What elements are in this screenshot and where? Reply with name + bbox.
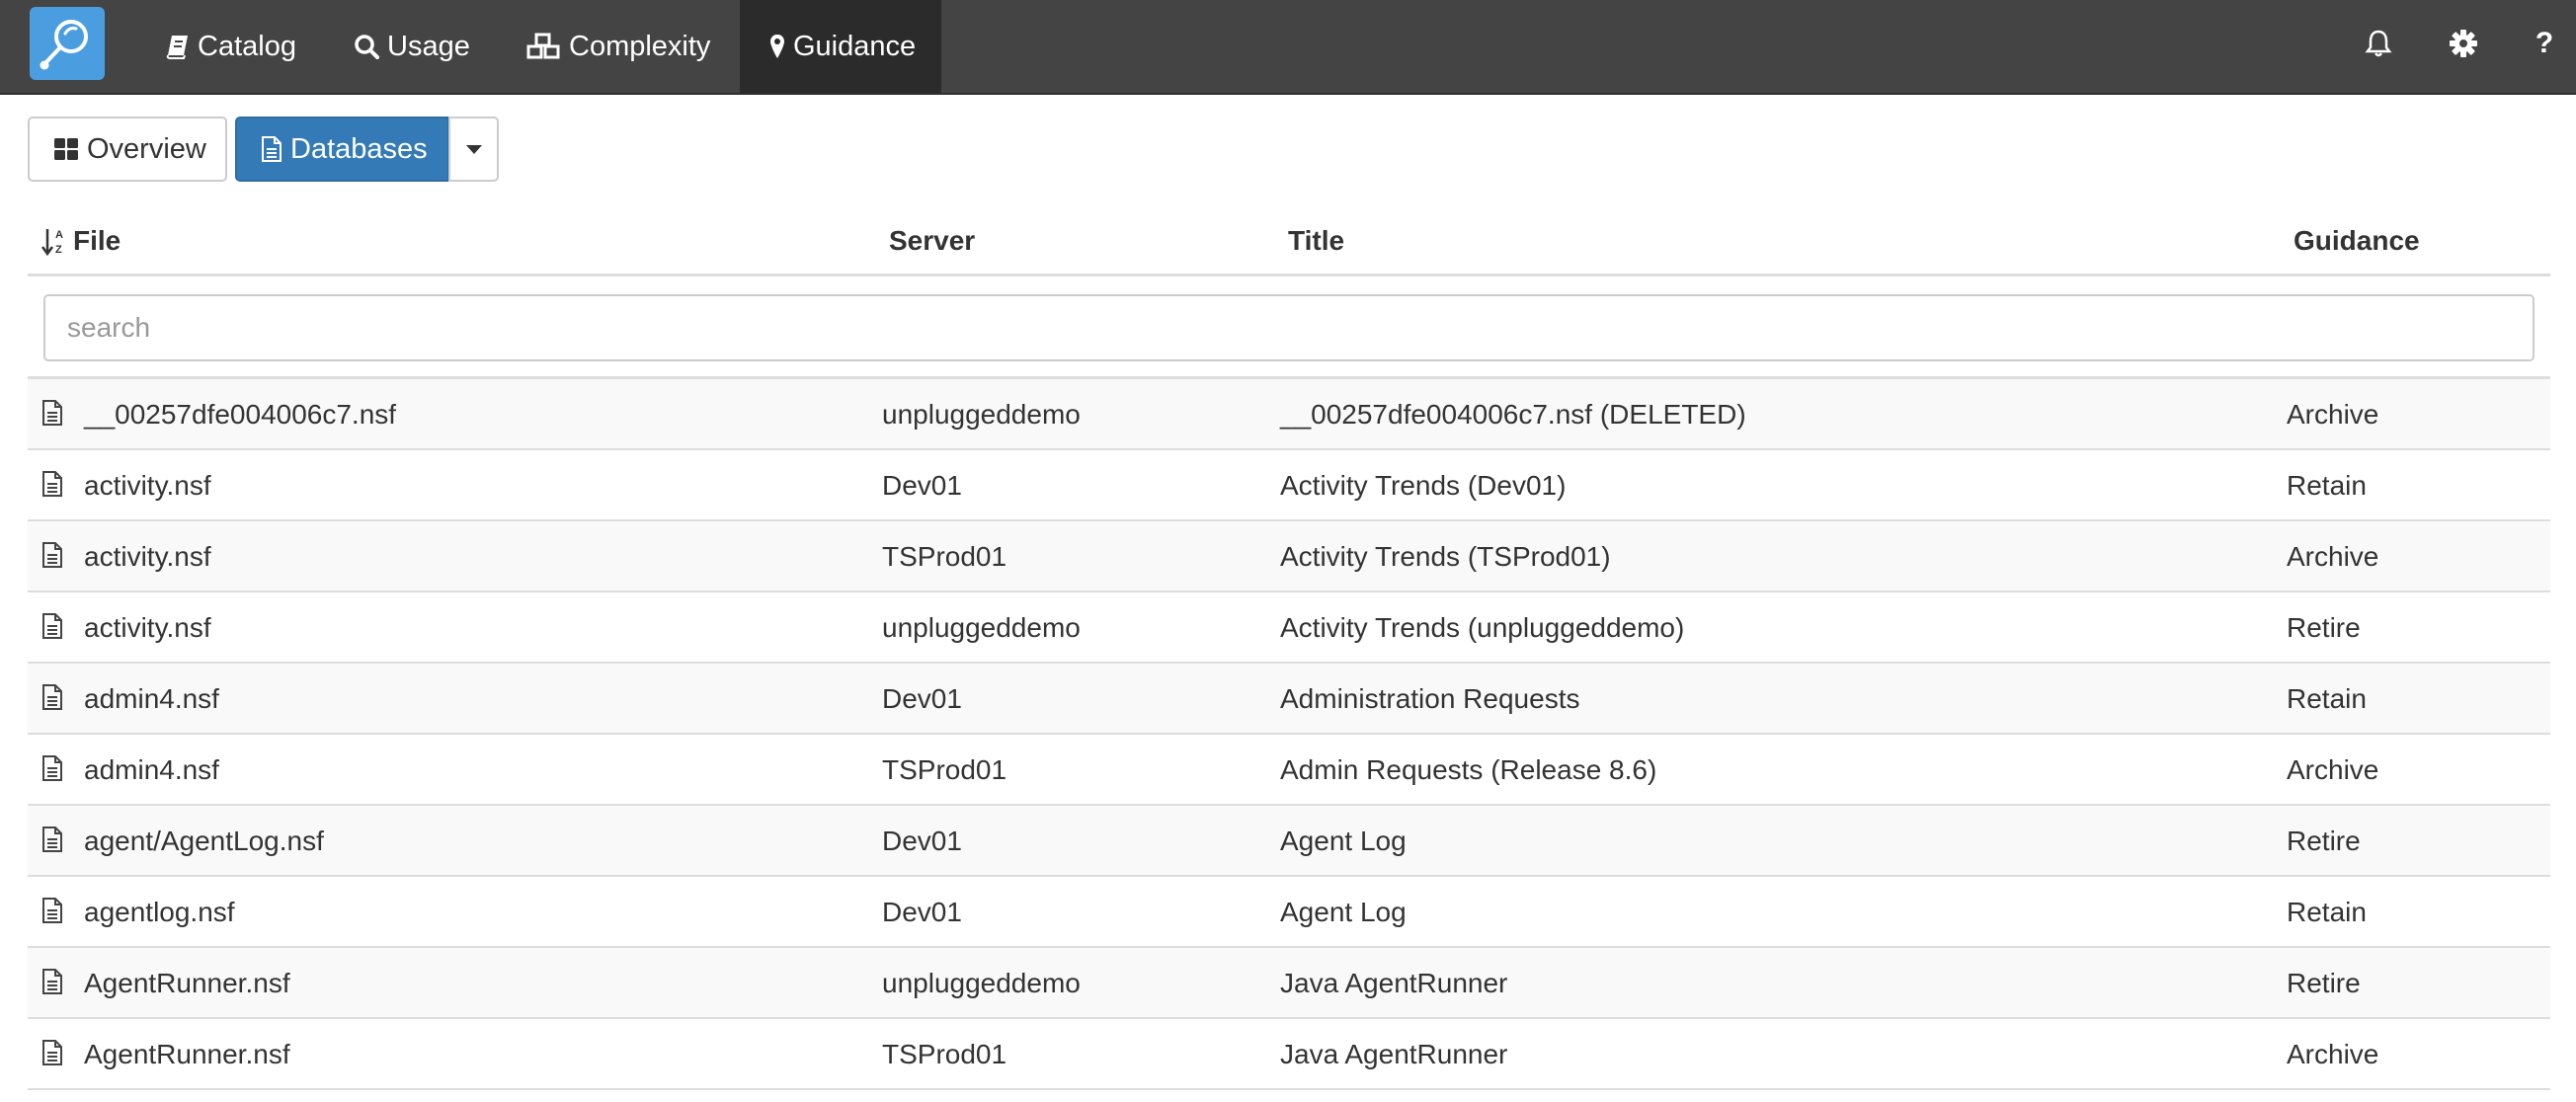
- svg-text:A: A: [55, 229, 63, 241]
- nav-item-complexity[interactable]: Complexity: [496, 0, 740, 93]
- search-row: [28, 276, 2550, 379]
- nav-item-label: Complexity: [569, 30, 711, 62]
- file-text-icon: [41, 399, 63, 433]
- table-row[interactable]: activity.nsf unpluggeddemo Activity Trends…: [28, 592, 2550, 664]
- row-file-cell: agentlog.nsf: [84, 897, 235, 927]
- row-file-cell: admin4.nsf: [84, 754, 219, 785]
- map-marker-icon: [769, 34, 785, 59]
- row-title-cell: Activity Trends (Dev01): [1280, 470, 1567, 501]
- row-guidance-cell: Archive: [2287, 754, 2379, 785]
- row-server-cell: unpluggeddemo: [882, 968, 1081, 998]
- top-navbar: Catalog Usage Complexity Guidance ?: [0, 0, 2576, 95]
- row-server-cell: unpluggeddemo: [882, 612, 1081, 643]
- column-header-server[interactable]: Server: [889, 225, 975, 257]
- row-guidance-cell: Retain: [2287, 470, 2367, 501]
- svg-text:Z: Z: [55, 244, 62, 256]
- row-file-cell: activity.nsf: [84, 612, 211, 643]
- view-dropdown-toggle[interactable]: [448, 117, 499, 182]
- databases-button[interactable]: Databases: [235, 117, 449, 182]
- row-server-cell: Dev01: [882, 470, 962, 501]
- overview-button[interactable]: Overview: [28, 117, 227, 182]
- row-server-cell: unpluggeddemo: [882, 399, 1081, 430]
- table-body: __00257dfe004006c7.nsf unpluggeddemo __002…: [28, 379, 2550, 1090]
- search-icon: [354, 34, 379, 59]
- row-guidance-cell: Retire: [2287, 968, 2361, 998]
- row-server-cell: TSProd01: [882, 754, 1007, 785]
- column-header-file[interactable]: A Z File: [41, 225, 121, 257]
- row-guidance-cell: Retain: [2287, 897, 2367, 927]
- row-file-cell: __00257dfe004006c7.nsf: [84, 399, 397, 430]
- column-header-guidance[interactable]: Guidance: [2294, 225, 2420, 257]
- column-header-title[interactable]: Title: [1288, 225, 1344, 257]
- row-server-cell: TSProd01: [882, 541, 1007, 572]
- row-server-cell: Dev01: [882, 826, 962, 856]
- row-file-cell: AgentRunner.nsf: [84, 1039, 290, 1069]
- row-title-cell: Agent Log: [1280, 826, 1407, 856]
- table-row[interactable]: AgentRunner.nsf unpluggeddemo Java AgentRu…: [28, 948, 2550, 1019]
- file-text-icon: [41, 683, 63, 718]
- magnifier-logo-icon[interactable]: [30, 7, 105, 80]
- file-text-icon: [41, 612, 63, 647]
- row-guidance-cell: Archive: [2287, 541, 2379, 572]
- file-text-icon: [41, 826, 63, 860]
- row-file-cell: agent/AgentLog.nsf: [84, 826, 324, 856]
- row-server-cell: Dev01: [882, 897, 962, 927]
- book-icon: [166, 34, 190, 59]
- help-icon[interactable]: ?: [2523, 22, 2566, 65]
- table-row[interactable]: activity.nsf Dev01 Activity Trends (Dev01)…: [28, 450, 2550, 521]
- row-guidance-cell: Archive: [2287, 1039, 2379, 1069]
- table-header: A Z File Server Title Guidance: [28, 207, 2550, 276]
- file-text-icon: [261, 135, 282, 163]
- table-row[interactable]: admin4.nsf TSProd01 Admin Requests (Releas…: [28, 735, 2550, 806]
- file-text-icon: [41, 897, 63, 931]
- row-title-cell: Activity Trends (TSProd01): [1280, 541, 1611, 572]
- row-title-cell: Administration Requests: [1280, 683, 1580, 714]
- row-title-cell: Agent Log: [1280, 897, 1407, 927]
- row-file-cell: activity.nsf: [84, 541, 211, 572]
- table-row[interactable]: __00257dfe004006c7.nsf unpluggeddemo __002…: [28, 379, 2550, 450]
- search-input[interactable]: [43, 294, 2535, 361]
- nav-item-usage[interactable]: Usage: [324, 0, 500, 93]
- caret-down-icon: [465, 144, 482, 154]
- row-guidance-cell: Archive: [2287, 399, 2379, 430]
- row-file-cell: AgentRunner.nsf: [84, 968, 290, 998]
- row-guidance-cell: Retire: [2287, 612, 2361, 643]
- row-title-cell: Activity Trends (unpluggeddemo): [1280, 612, 1685, 643]
- table-row[interactable]: AgentRunner.nsf TSProd01 Java AgentRunner A…: [28, 1019, 2550, 1090]
- row-file-cell: activity.nsf: [84, 470, 211, 501]
- table-row[interactable]: agentlog.nsf Dev01 Agent Log Retain: [28, 877, 2550, 948]
- file-text-icon: [41, 1039, 63, 1073]
- file-text-icon: [41, 470, 63, 505]
- file-text-icon: [41, 541, 63, 576]
- nav-item-label: Catalog: [198, 30, 296, 62]
- column-header-label: File: [73, 225, 121, 256]
- overview-button-label: Overview: [87, 132, 206, 165]
- databases-table: A Z File Server Title Guidance __00257df…: [28, 207, 2550, 1090]
- row-server-cell: TSProd01: [882, 1039, 1007, 1069]
- row-title-cell: Admin Requests (Release 8.6): [1280, 754, 1657, 785]
- row-title-cell: Java AgentRunner: [1280, 1039, 1508, 1069]
- nav-item-label: Usage: [387, 30, 470, 62]
- gear-icon[interactable]: [2442, 22, 2485, 65]
- nav-item-catalog[interactable]: Catalog: [136, 0, 326, 93]
- cubes-icon: [525, 33, 561, 60]
- file-text-icon: [41, 754, 63, 789]
- nav-item-label: Guidance: [793, 30, 917, 62]
- row-guidance-cell: Retire: [2287, 826, 2361, 856]
- sort-alpha-asc-icon: A Z: [41, 226, 67, 256]
- nav-item-guidance[interactable]: Guidance: [740, 0, 941, 93]
- table-row[interactable]: agent/AgentLog.nsf Dev01 Agent Log Retire: [28, 806, 2550, 877]
- row-title-cell: Java AgentRunner: [1280, 968, 1508, 998]
- row-server-cell: Dev01: [882, 683, 962, 714]
- bell-icon[interactable]: [2357, 22, 2400, 65]
- databases-button-label: Databases: [290, 132, 428, 165]
- dashboard-icon: [53, 137, 79, 161]
- row-title-cell: __00257dfe004006c7.nsf (DELETED): [1280, 399, 1746, 430]
- table-row[interactable]: admin4.nsf Dev01 Administration Requests Re…: [28, 664, 2550, 735]
- row-file-cell: admin4.nsf: [84, 683, 219, 714]
- file-text-icon: [41, 968, 63, 1002]
- row-guidance-cell: Retain: [2287, 683, 2367, 714]
- table-row[interactable]: activity.nsf TSProd01 Activity Trends (TSP…: [28, 521, 2550, 592]
